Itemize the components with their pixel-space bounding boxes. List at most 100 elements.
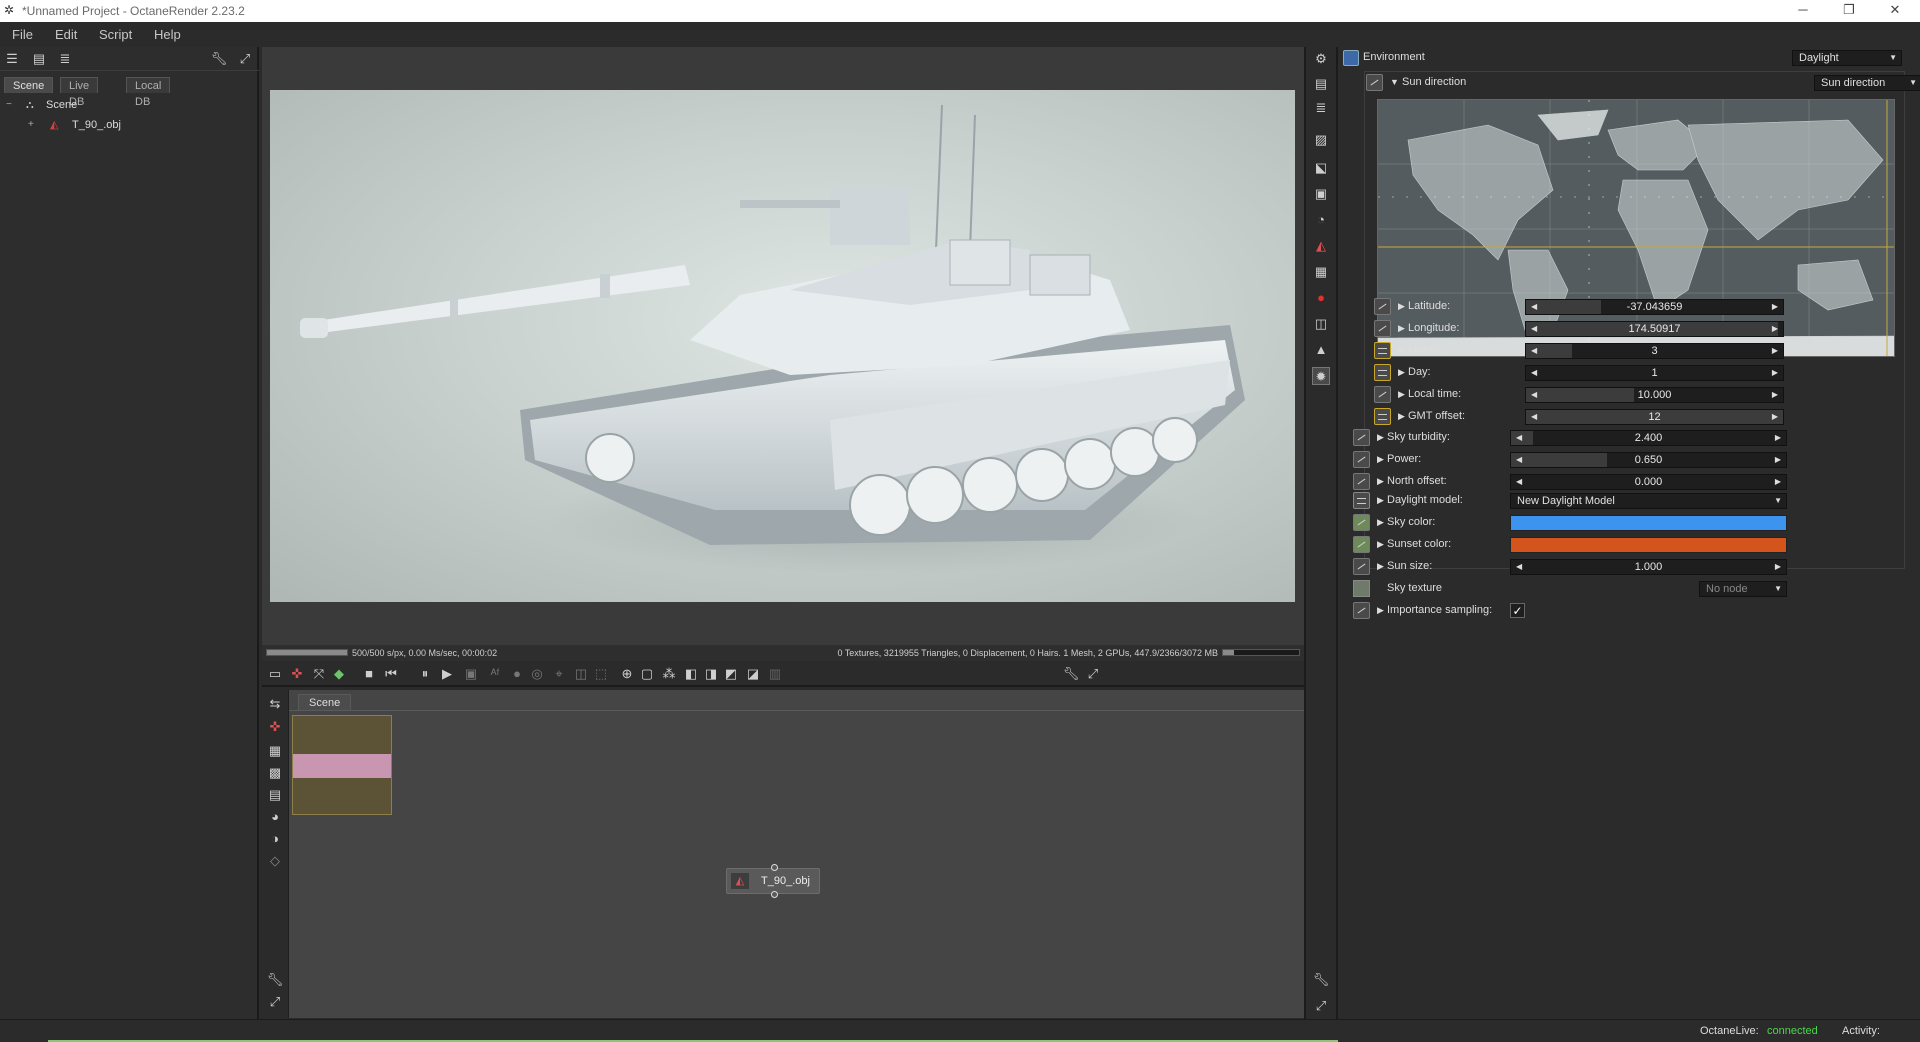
menu-help[interactable]: Help xyxy=(154,27,181,42)
wrench-icon[interactable]: 🔧︎ xyxy=(1062,665,1080,683)
expand-icon[interactable]: + xyxy=(28,118,38,132)
settings-icon[interactable]: ⚙ xyxy=(1312,50,1330,68)
expand-triangle-icon[interactable]: ▶ xyxy=(1398,389,1405,400)
material-node-icon[interactable]: ◕ xyxy=(266,808,284,826)
float-pin-icon[interactable] xyxy=(1353,429,1370,446)
texture-icon[interactable]: ▦ xyxy=(1312,263,1330,281)
stop-icon[interactable]: ■ xyxy=(360,665,378,683)
expand-triangle-icon[interactable]: ▶ xyxy=(1377,495,1384,506)
expand-triangle-icon[interactable]: ▶ xyxy=(1377,432,1384,443)
priority-icon[interactable]: ▥ xyxy=(766,665,784,683)
geometry-node-icon[interactable]: ◇ xyxy=(266,852,284,870)
pick-focus-icon[interactable]: ⤧ xyxy=(310,665,328,683)
increment-arrow-icon[interactable]: ▶ xyxy=(1775,477,1781,486)
local-time-slider[interactable]: ◀ 10.000 ▶ xyxy=(1525,387,1784,403)
film-settings-icon[interactable]: ▣ xyxy=(1312,185,1330,203)
realtime-icon[interactable]: ▣ xyxy=(462,665,480,683)
expand-triangle-icon[interactable]: ▶ xyxy=(1398,323,1405,334)
render-image[interactable] xyxy=(270,90,1295,602)
layers-icon[interactable]: ▤ xyxy=(1312,75,1330,93)
object-picker-icon[interactable]: ◎ xyxy=(528,665,546,683)
int-pin-icon[interactable] xyxy=(1374,408,1391,425)
enum-pin-icon[interactable] xyxy=(1353,492,1370,509)
wrench-icon[interactable]: 🔧︎ xyxy=(210,50,228,68)
material-picker-icon[interactable]: ● xyxy=(508,665,526,683)
int-pin-icon[interactable] xyxy=(1374,364,1391,381)
float-pin-icon[interactable] xyxy=(1353,473,1370,490)
maximize-icon[interactable]: ⤢ xyxy=(1312,997,1330,1015)
int-pin-icon[interactable] xyxy=(1374,342,1391,359)
sky-texture-dropdown[interactable]: No node ▼ xyxy=(1699,581,1787,597)
region-icon[interactable]: ▢ xyxy=(638,665,656,683)
node-graph-canvas[interactable]: ◭ T_90_.obj xyxy=(289,710,1304,1018)
increment-arrow-icon[interactable]: ▶ xyxy=(1772,390,1778,399)
clay-mode-icon[interactable]: ◧ xyxy=(682,665,700,683)
sun-direction-mode-dropdown[interactable]: Sun direction ▼ xyxy=(1814,75,1920,91)
zoom-icon[interactable]: ⊕ xyxy=(618,665,636,683)
pin-icon[interactable] xyxy=(1366,74,1383,91)
white-balance-icon[interactable]: ◫ xyxy=(572,665,590,683)
viewport-menu-icon[interactable]: ▭ xyxy=(266,665,284,683)
film-node-icon[interactable]: ▤ xyxy=(266,786,284,804)
float-pin-icon[interactable] xyxy=(1374,386,1391,403)
sun-size-slider[interactable]: ◀ 1.000 ▶ xyxy=(1510,559,1787,575)
increment-arrow-icon[interactable]: ▶ xyxy=(1772,324,1778,333)
environment-icon[interactable]: ✹ xyxy=(1312,367,1330,385)
expand-triangle-icon[interactable]: ▶ xyxy=(1377,561,1384,572)
increment-arrow-icon[interactable]: ▶ xyxy=(1772,302,1778,311)
expand-triangle-icon[interactable]: ▶ xyxy=(1398,367,1405,378)
longitude-slider[interactable]: ◀ 174.50917 ▶ xyxy=(1525,321,1784,337)
geometry-icon[interactable]: ◫ xyxy=(1312,315,1330,333)
gmt-offset-slider[interactable]: ◀ 12 ▶ xyxy=(1525,409,1784,425)
crop-icon[interactable]: ⬚ xyxy=(592,665,610,683)
graph-recenter-icon[interactable]: ⇆ xyxy=(266,695,284,713)
restore-button[interactable]: ❐ xyxy=(1826,0,1872,22)
month-slider[interactable]: ◀ 3 ▶ xyxy=(1525,343,1784,359)
play-icon[interactable]: ▶ xyxy=(438,665,456,683)
kernel-icon[interactable]: ◔ xyxy=(1312,211,1330,229)
environment-node-icon[interactable]: ▩ xyxy=(266,764,284,782)
image-icon[interactable]: ▨ xyxy=(1312,131,1330,149)
list-icon[interactable]: ≣ xyxy=(1312,99,1330,117)
float-pin-icon[interactable] xyxy=(1353,451,1370,468)
scene-thumbnail-box[interactable] xyxy=(292,715,392,815)
sun-direction-row[interactable]: ▼ Sun direction Sun direction ▼ xyxy=(1366,72,1920,94)
maximize-icon[interactable]: ⤢ xyxy=(1084,665,1102,683)
collapse-icon[interactable]: − xyxy=(6,98,16,112)
subsample-icon[interactable]: ◨ xyxy=(702,665,720,683)
tab-live-db[interactable]: Live DB xyxy=(60,77,99,108)
outliner-layers-icon[interactable]: ▤ xyxy=(30,50,48,68)
node-type-dropdown[interactable]: Daylight ▼ xyxy=(1792,50,1902,66)
render-layer-icon[interactable]: ◪ xyxy=(744,665,762,683)
tab-local-db[interactable]: Local DB xyxy=(126,77,171,108)
expand-triangle-icon[interactable]: ▶ xyxy=(1377,605,1384,616)
expand-triangle-icon[interactable]: ▶ xyxy=(1377,539,1384,550)
float-pin-icon[interactable] xyxy=(1353,558,1370,575)
menu-edit[interactable]: Edit xyxy=(55,27,77,42)
close-button[interactable]: ✕ xyxy=(1872,0,1918,22)
expand-triangle-icon[interactable]: ▶ xyxy=(1398,301,1405,312)
color-pin-icon[interactable] xyxy=(1353,514,1370,531)
outliner-menu-icon[interactable]: ☰ xyxy=(3,50,21,68)
wrench-icon[interactable]: 🔧︎ xyxy=(266,971,284,989)
expand-triangle-icon[interactable]: ▶ xyxy=(1377,517,1384,528)
increment-arrow-icon[interactable]: ▶ xyxy=(1775,562,1781,571)
render-region-icon[interactable]: ◆ xyxy=(330,665,348,683)
increment-arrow-icon[interactable]: ▶ xyxy=(1772,368,1778,377)
expand-triangle-icon[interactable]: ▶ xyxy=(1377,454,1384,465)
red-object-icon[interactable]: ● xyxy=(1312,289,1330,307)
day-slider[interactable]: ◀ 1 ▶ xyxy=(1525,365,1784,381)
increment-arrow-icon[interactable]: ▶ xyxy=(1772,412,1778,421)
north-offset-slider[interactable]: ◀ 0.000 ▶ xyxy=(1510,474,1787,490)
collapse-triangle-icon[interactable]: ▼ xyxy=(1390,77,1399,87)
restart-icon[interactable]: ⏮ xyxy=(382,665,400,683)
lock-icon[interactable]: ⁂ xyxy=(660,665,678,683)
mesh-node[interactable]: ◭ T_90_.obj xyxy=(726,864,820,898)
texture-node-icon[interactable]: ◑ xyxy=(266,830,284,848)
sky-color-swatch[interactable] xyxy=(1510,515,1787,531)
outliner-list-icon[interactable]: ≣ xyxy=(56,50,74,68)
color-pin-icon[interactable] xyxy=(1353,536,1370,553)
material-icon[interactable]: ◭ xyxy=(1312,237,1330,255)
texture-pin-icon[interactable] xyxy=(1353,580,1370,597)
menu-file[interactable]: File xyxy=(12,27,33,42)
